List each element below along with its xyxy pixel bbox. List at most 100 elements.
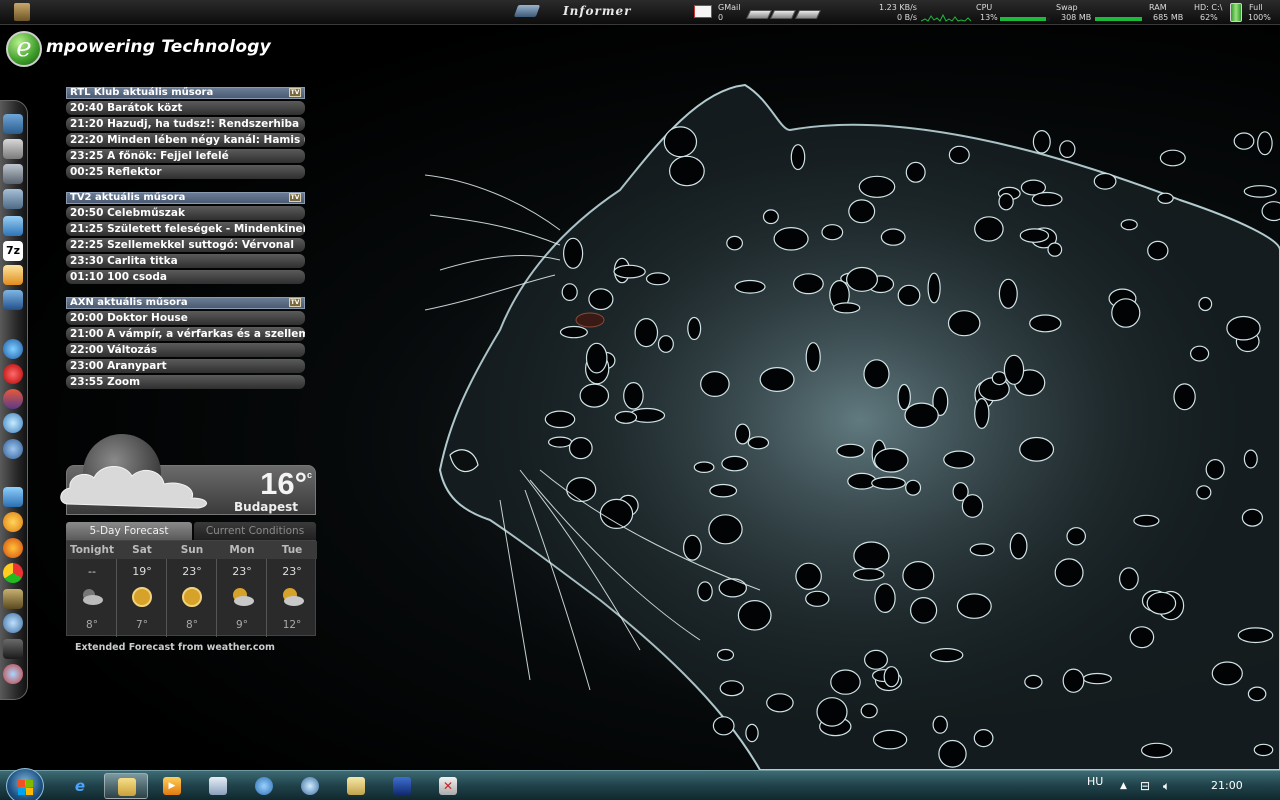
cloud-icon — [60, 466, 207, 509]
leopard-spot — [1233, 132, 1255, 150]
media-player-icon: ▶ — [163, 777, 181, 795]
tv-icon: TV — [289, 298, 301, 307]
tv-program-row[interactable]: 22:25 Szellemekkel suttogó: Vérvonal — [66, 238, 305, 252]
taskbar-explorer[interactable] — [104, 773, 148, 799]
forecast-day-name: Tue — [267, 541, 317, 559]
tv-program-row[interactable]: 20:00 Doktor House — [66, 311, 305, 325]
tv-header[interactable]: TV2 aktuális műsora TV — [66, 192, 305, 204]
tv-program-row[interactable]: 01:10 100 csoda — [66, 270, 305, 284]
messenger-icon[interactable] — [3, 487, 23, 507]
leopard-spot — [1146, 591, 1177, 615]
leopard-spot — [634, 318, 659, 348]
forecast-low: 7° — [136, 619, 148, 631]
network-icon[interactable] — [3, 216, 23, 236]
temperature-unit: c — [306, 470, 312, 480]
thunderbird-icon[interactable] — [3, 439, 23, 459]
battery-icon[interactable] — [1230, 3, 1242, 22]
leopard-spot — [805, 590, 830, 607]
utility-icon[interactable] — [3, 664, 23, 684]
leopard-spot — [1157, 192, 1174, 204]
tv-program-row[interactable]: 21:20 Hazudj, ha tudsz!: Rendszerhiba — [66, 117, 305, 131]
tv-program-row[interactable]: 21:00 A vámpír, a vérfarkas és a szellem — [66, 327, 305, 341]
tab-current-conditions[interactable]: Current Conditions — [194, 522, 316, 540]
network-tray-icon[interactable]: ⊟ — [1140, 779, 1150, 793]
tv-program-row[interactable]: 00:25 Reflektor — [66, 165, 305, 179]
search-icon[interactable] — [3, 413, 23, 433]
tv-program-row[interactable]: 23:00 Aranypart — [66, 359, 305, 373]
forecast-low: 12° — [282, 619, 302, 631]
tv-header[interactable]: AXN aktuális műsora TV — [66, 297, 305, 309]
informer-icon[interactable] — [513, 5, 541, 17]
opera-icon[interactable] — [3, 364, 23, 384]
notepad-icon[interactable] — [3, 265, 23, 285]
leopard-spot — [1205, 459, 1225, 480]
taskbar-network[interactable] — [288, 773, 332, 799]
windows-logo-part — [18, 788, 25, 795]
7zip-icon[interactable]: 7z — [3, 241, 23, 261]
tv-program-row[interactable]: 23:25 A főnök: Fejjel lefelé — [66, 149, 305, 163]
taskbar-tool[interactable]: ✕ — [426, 773, 470, 799]
game-icon[interactable] — [3, 589, 23, 609]
leopard-spot — [836, 443, 865, 458]
leopard-spot — [588, 288, 614, 311]
language-indicator[interactable]: HU — [1087, 775, 1103, 788]
chat-icon[interactable] — [3, 512, 23, 532]
internet-explorer-icon[interactable] — [3, 339, 23, 359]
tv-program-row[interactable]: 20:50 Celebműszak — [66, 206, 305, 220]
taskbar-mail[interactable] — [334, 773, 378, 799]
taskbar-sync[interactable] — [242, 773, 286, 799]
ram-label: RAM — [1149, 3, 1167, 12]
leopard-spot — [716, 648, 735, 661]
leopard-spot — [762, 209, 779, 225]
forecast-day-name: Tonight — [67, 541, 117, 559]
clock[interactable]: 21:00 — [1211, 779, 1243, 792]
media-player-icon[interactable] — [3, 389, 23, 409]
firefox-icon[interactable] — [3, 538, 23, 558]
taskbar-document[interactable] — [196, 773, 240, 799]
app-icon[interactable] — [14, 3, 30, 21]
leopard-spot — [860, 703, 878, 719]
drive-icon-2[interactable] — [769, 10, 797, 19]
gmail-icon[interactable] — [694, 5, 712, 18]
extended-forecast-link[interactable]: Extended Forecast from weather.com — [75, 642, 275, 653]
drive-icon-3[interactable] — [794, 10, 822, 19]
forecast-high: -- — [88, 565, 96, 578]
leopard-spot — [1129, 626, 1155, 649]
tv-program-row[interactable]: 21:25 Született feleségek - Mindenkinek … — [66, 222, 305, 236]
leopard-spot — [734, 423, 751, 445]
tv-program-row[interactable]: 23:55 Zoom — [66, 375, 305, 389]
sunny-icon — [132, 587, 152, 607]
terminal-icon[interactable] — [3, 639, 23, 659]
leopard-spot — [974, 398, 990, 430]
volume-icon[interactable]: 🔈︎ — [1163, 779, 1170, 794]
taskbar-media-player[interactable]: ▶ — [150, 773, 194, 799]
drive-icon-1[interactable] — [745, 10, 773, 19]
search-files-icon[interactable] — [3, 189, 23, 209]
monitor-icon[interactable] — [3, 114, 23, 134]
leopard-spot — [1140, 742, 1173, 759]
tab-5-day-forecast[interactable]: 5-Day Forecast — [66, 522, 192, 540]
show-hidden-icons-icon[interactable]: ▲ — [1120, 781, 1127, 791]
sunny-icon — [182, 587, 202, 607]
leopard-spot — [745, 723, 759, 743]
start-button[interactable] — [6, 768, 44, 800]
leopard-spot — [614, 410, 638, 424]
tv-program-row[interactable]: 22:20 Minden lében négy kanál: Hamis uta… — [66, 133, 305, 147]
mixer-icon[interactable] — [3, 290, 23, 310]
tv-header[interactable]: RTL Klub aktuális műsora TV — [66, 87, 305, 99]
settings-icon[interactable] — [3, 164, 23, 184]
tv-program-row[interactable]: 22:00 Változás — [66, 343, 305, 357]
recycle-bin-icon[interactable] — [3, 139, 23, 159]
tools-icon[interactable] — [3, 613, 23, 633]
tv-title: RTL Klub aktuális műsora — [70, 87, 214, 98]
city-name: Budapest — [234, 500, 298, 514]
leopard-spot — [759, 367, 795, 393]
leopard-spot — [848, 199, 876, 224]
tv-program-row[interactable]: 20:40 Barátok közt — [66, 101, 305, 115]
chrome-icon[interactable] — [3, 563, 23, 583]
leopard-spot — [1211, 661, 1243, 686]
internet-explorer-icon: e — [74, 777, 86, 795]
taskbar-disk[interactable] — [380, 773, 424, 799]
tv-program-row[interactable]: 23:30 Carlita titka — [66, 254, 305, 268]
taskbar-internet-explorer[interactable]: e — [58, 773, 102, 799]
